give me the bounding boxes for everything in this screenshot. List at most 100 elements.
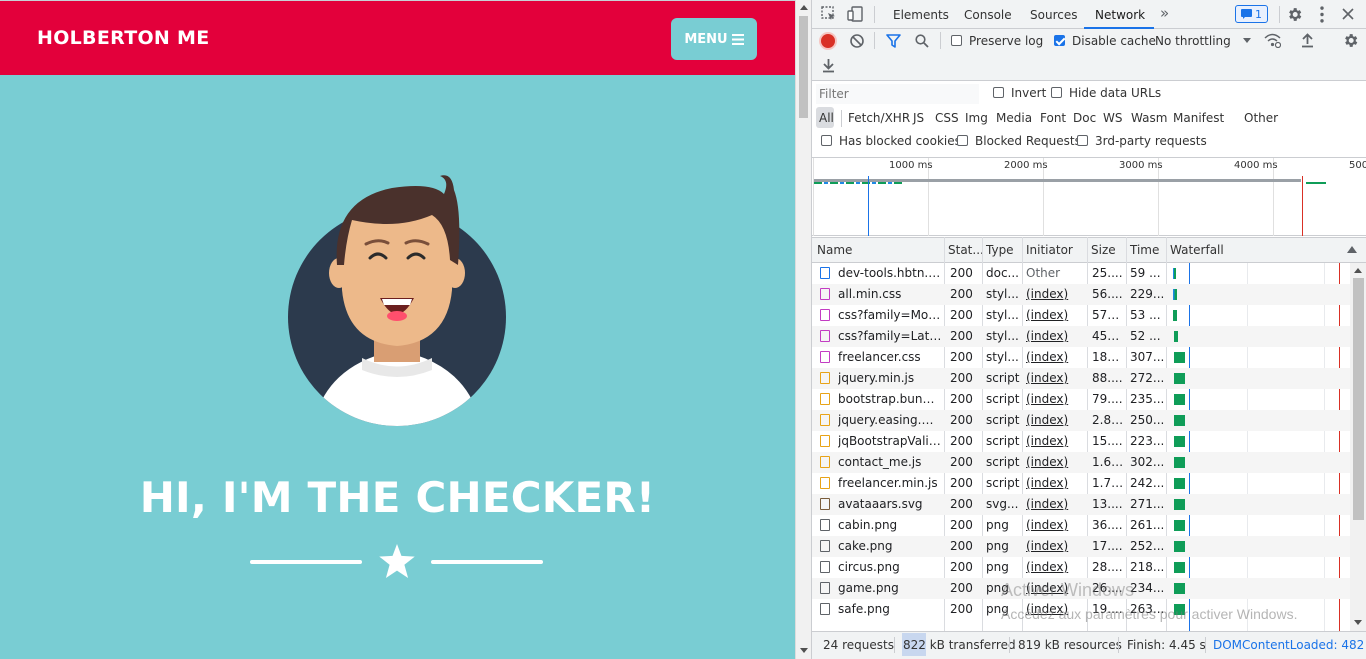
inspect-element-icon[interactable] bbox=[821, 6, 837, 22]
divider-line-left bbox=[250, 560, 362, 564]
record-button[interactable] bbox=[821, 34, 835, 48]
type-filter-other[interactable]: Other bbox=[1244, 111, 1278, 125]
website-scrollbar[interactable] bbox=[795, 0, 811, 659]
request-initiator[interactable]: (index) bbox=[1026, 434, 1086, 448]
preserve-log-checkbox[interactable] bbox=[951, 35, 962, 46]
has-blocked-cookies-checkbox[interactable] bbox=[821, 135, 832, 146]
column-name[interactable]: Name bbox=[817, 243, 852, 257]
issues-badge[interactable]: 1 bbox=[1235, 5, 1268, 23]
more-tabs-icon[interactable]: » bbox=[1160, 4, 1169, 22]
request-name: game.png bbox=[838, 581, 899, 595]
export-har-icon[interactable] bbox=[822, 58, 835, 73]
close-devtools-icon[interactable] bbox=[1342, 8, 1354, 20]
column-time[interactable]: Time bbox=[1130, 243, 1159, 257]
table-row[interactable]: css?family=Lato:... 200 styl... (index) 458 … bbox=[812, 326, 1350, 347]
request-initiator[interactable]: (index) bbox=[1026, 518, 1086, 532]
table-scroll-thumb[interactable] bbox=[1353, 278, 1364, 520]
table-scroll-down-icon[interactable] bbox=[1354, 620, 1362, 625]
request-type: png bbox=[986, 539, 1009, 553]
sort-ascending-icon[interactable] bbox=[1347, 246, 1357, 253]
tab-network[interactable]: Network bbox=[1095, 8, 1145, 22]
third-party-checkbox[interactable] bbox=[1077, 135, 1088, 146]
hide-data-urls-checkbox[interactable] bbox=[1051, 87, 1062, 98]
clear-icon[interactable] bbox=[850, 34, 864, 48]
tab-elements[interactable]: Elements bbox=[893, 8, 949, 22]
import-har-icon[interactable] bbox=[1301, 33, 1314, 48]
disable-cache-checkbox[interactable] bbox=[1054, 35, 1065, 46]
table-row[interactable]: all.min.css 200 styl... (index) 56.... 229... bbox=[812, 284, 1350, 305]
tab-sources[interactable]: Sources bbox=[1030, 8, 1077, 22]
invert-checkbox[interactable] bbox=[993, 87, 1004, 98]
table-scrollbar[interactable] bbox=[1350, 263, 1366, 631]
table-row[interactable]: css?family=Mont... 200 styl... (index) 575 B… bbox=[812, 305, 1350, 326]
request-initiator[interactable]: (index) bbox=[1026, 287, 1086, 301]
request-name: css?family=Lato:... bbox=[838, 329, 942, 343]
request-initiator[interactable]: (index) bbox=[1026, 392, 1086, 406]
settings-gear-icon[interactable] bbox=[1286, 6, 1303, 23]
table-row[interactable]: circus.png 200 png (index) 28.... 218... bbox=[812, 557, 1350, 578]
network-settings-gear-icon[interactable] bbox=[1342, 32, 1359, 49]
request-initiator[interactable]: (index) bbox=[1026, 497, 1086, 511]
device-toolbar-icon[interactable] bbox=[847, 6, 863, 22]
filter-funnel-icon[interactable] bbox=[886, 34, 901, 48]
table-row[interactable]: jqBootstrapValid... 200 script (index) 15...… bbox=[812, 431, 1350, 452]
column-initiator[interactable]: Initiator bbox=[1026, 243, 1073, 257]
table-row[interactable]: cabin.png 200 png (index) 36.... 261... bbox=[812, 515, 1350, 536]
type-filter-font[interactable]: Font bbox=[1040, 111, 1066, 125]
network-overview-timeline[interactable]: 1000 ms 2000 ms 3000 ms 4000 ms 500 bbox=[812, 158, 1366, 236]
waterfall-bar bbox=[1174, 352, 1185, 363]
file-type-icon bbox=[820, 582, 830, 594]
column-type[interactable]: Type bbox=[986, 243, 1014, 257]
scroll-thumb[interactable] bbox=[799, 16, 808, 118]
scroll-down-icon[interactable] bbox=[800, 648, 808, 653]
table-row[interactable]: avataaars.svg 200 svg... (index) 13.... 271..… bbox=[812, 494, 1350, 515]
table-row[interactable]: jquery.min.js 200 script (index) 88.... 272..… bbox=[812, 368, 1350, 389]
request-initiator[interactable]: (index) bbox=[1026, 371, 1086, 385]
type-filter-fetch[interactable]: Fetch/XHR bbox=[848, 111, 910, 125]
waterfall-bar bbox=[1174, 436, 1185, 447]
scroll-up-icon[interactable] bbox=[800, 5, 808, 10]
site-brand[interactable]: HOLBERTON ME bbox=[37, 27, 210, 49]
request-time: 52 ... bbox=[1130, 329, 1161, 343]
table-row[interactable]: cake.png 200 png (index) 17.... 252... bbox=[812, 536, 1350, 557]
type-filter-manifest[interactable]: Manifest bbox=[1173, 111, 1224, 125]
table-row[interactable]: freelancer.css 200 styl... (index) 183... 307… bbox=[812, 347, 1350, 368]
waterfall-bar bbox=[1174, 394, 1185, 405]
request-initiator[interactable]: (index) bbox=[1026, 308, 1086, 322]
blocked-requests-checkbox[interactable] bbox=[957, 135, 968, 146]
chevron-down-icon[interactable] bbox=[1243, 38, 1251, 43]
type-filter-css[interactable]: CSS bbox=[935, 111, 959, 125]
throttling-select[interactable]: No throttling bbox=[1155, 34, 1231, 48]
request-initiator[interactable]: (index) bbox=[1026, 539, 1086, 553]
type-filter-wasm[interactable]: Wasm bbox=[1131, 111, 1167, 125]
table-row[interactable]: bootstrap.bundle... 200 script (index) 79...… bbox=[812, 389, 1350, 410]
request-initiator[interactable]: (index) bbox=[1026, 413, 1086, 427]
table-row[interactable]: dev-tools.hbtn.info 200 doc... Other 25.... 5… bbox=[812, 263, 1350, 284]
type-filter-media[interactable]: Media bbox=[996, 111, 1032, 125]
network-conditions-icon[interactable] bbox=[1264, 33, 1281, 48]
table-scroll-up-icon[interactable] bbox=[1354, 268, 1362, 273]
filter-input[interactable] bbox=[816, 84, 979, 104]
request-initiator[interactable]: (index) bbox=[1026, 560, 1086, 574]
request-initiator[interactable]: (index) bbox=[1026, 455, 1086, 469]
menu-button[interactable]: MENU bbox=[671, 18, 757, 60]
tab-console[interactable]: Console bbox=[964, 8, 1012, 22]
request-time: 235... bbox=[1130, 392, 1165, 406]
kebab-menu-icon[interactable] bbox=[1317, 6, 1327, 23]
type-filter-img[interactable]: Img bbox=[965, 111, 988, 125]
request-type: script bbox=[986, 476, 1020, 490]
request-status: 200 bbox=[950, 413, 973, 427]
type-filter-doc[interactable]: Doc bbox=[1073, 111, 1096, 125]
table-row[interactable]: contact_me.js 200 script (index) 1.6 ... 302.… bbox=[812, 452, 1350, 473]
request-initiator[interactable]: (index) bbox=[1026, 476, 1086, 490]
request-initiator[interactable]: (index) bbox=[1026, 350, 1086, 364]
type-filter-ws[interactable]: WS bbox=[1103, 111, 1122, 125]
table-row[interactable]: jquery.easing.mi... 200 script (index) 2.8 .… bbox=[812, 410, 1350, 431]
column-waterfall[interactable]: Waterfall bbox=[1170, 243, 1224, 257]
column-size[interactable]: Size bbox=[1091, 243, 1116, 257]
column-status[interactable]: Stat... bbox=[948, 243, 984, 257]
table-row[interactable]: freelancer.min.js 200 script (index) 1.7 ...… bbox=[812, 473, 1350, 494]
type-filter-js[interactable]: JS bbox=[913, 111, 924, 125]
request-initiator[interactable]: (index) bbox=[1026, 329, 1086, 343]
search-icon[interactable] bbox=[915, 34, 929, 48]
